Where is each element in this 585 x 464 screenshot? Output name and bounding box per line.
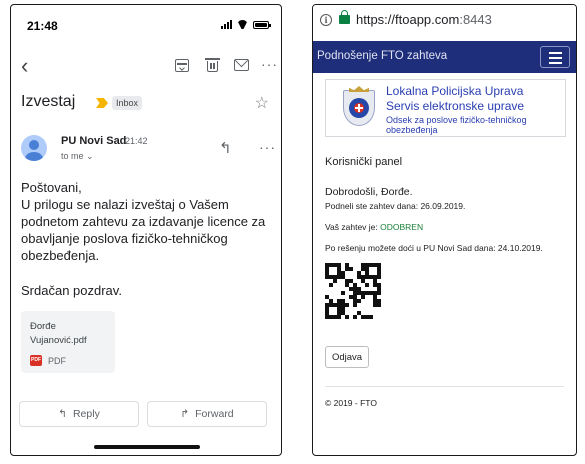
delete-icon[interactable] bbox=[205, 58, 220, 72]
submitted-date-text: Podneli ste zahtev dana: 26.09.2019. bbox=[325, 201, 466, 211]
reply-arrow-icon: ↰ bbox=[58, 408, 67, 420]
url-host: https://ftoapp.com bbox=[356, 12, 460, 27]
attachment-card[interactable]: Đorđe Vujanović.pdf PDF PDF bbox=[21, 311, 115, 373]
sender-time: 21:42 bbox=[125, 136, 148, 146]
email-body: Poštovani, U prilogu se nalazi izveštaj … bbox=[21, 179, 275, 264]
status-icons bbox=[221, 20, 271, 29]
message-more-icon[interactable]: ··· bbox=[259, 140, 276, 154]
sender-row: PU Novi Sad 21:42 to me ⌄ ↰ ··· bbox=[11, 131, 281, 167]
footer-divider bbox=[325, 386, 564, 387]
email-toolbar: ‹ ··· bbox=[11, 53, 281, 81]
qr-code-icon bbox=[325, 263, 381, 319]
status-value-badge: ODOBREN bbox=[380, 222, 424, 232]
url-text[interactable]: https://ftoapp.com:8443 bbox=[356, 12, 492, 27]
banner-subtitle: Odsek za poslove fizičko-tehničkog obezb… bbox=[386, 115, 527, 135]
police-crest-icon bbox=[340, 86, 378, 128]
status-bar: 21:48 bbox=[11, 5, 281, 45]
reply-label: Reply bbox=[72, 408, 100, 420]
browser-phone-screen: i https://ftoapp.com:8443 Podnošenje FTO… bbox=[312, 4, 577, 456]
url-port: :8443 bbox=[459, 12, 492, 27]
menu-bar bbox=[549, 57, 562, 59]
pickup-date-text: Po rešenju možete doći u PU Novi Sad dan… bbox=[325, 243, 543, 253]
email-subject: Izvestaj bbox=[21, 93, 76, 110]
inbox-label-badge[interactable]: Inbox bbox=[112, 96, 143, 110]
url-bar[interactable]: i https://ftoapp.com:8443 bbox=[313, 5, 576, 37]
attachment-type: PDF bbox=[48, 356, 66, 366]
more-options-icon[interactable]: ··· bbox=[261, 57, 278, 71]
banner-title: Lokalna Policijska Uprava Servis elektro… bbox=[386, 84, 524, 114]
logout-button[interactable]: Odjava bbox=[325, 346, 369, 368]
battery-icon bbox=[253, 21, 271, 29]
status-time: 21:48 bbox=[27, 19, 58, 33]
site-navbar: Podnošenje FTO zahteva bbox=[313, 41, 576, 73]
banner-title-line2: Servis elektronske uprave bbox=[386, 99, 525, 113]
hamburger-menu-button[interactable] bbox=[540, 46, 570, 68]
pdf-icon: PDF bbox=[30, 355, 42, 366]
email-closing: Srdačan pozdrav. bbox=[21, 283, 122, 298]
sender-name: PU Novi Sad bbox=[61, 135, 127, 147]
reply-button[interactable]: ↰ Reply bbox=[19, 401, 139, 427]
attachment-name: Đorđe Vujanović.pdf bbox=[30, 321, 87, 346]
email-phone-screen: 21:48 ‹ ··· Izvestaj Inbox ☆ PU Novi Sad… bbox=[10, 4, 282, 456]
wifi-icon bbox=[237, 20, 248, 29]
footer-text: © 2019 - FTO bbox=[325, 398, 377, 408]
panel-title: Korisnički panel bbox=[325, 156, 403, 168]
recipients-toggle[interactable]: to me ⌄ bbox=[61, 151, 94, 162]
forward-button[interactable]: ↱ Forward bbox=[147, 401, 267, 427]
welcome-text: Dobrodošli, Đorđe. bbox=[325, 186, 413, 198]
site-title[interactable]: Podnošenje FTO zahteva bbox=[317, 50, 447, 62]
reply-icon[interactable]: ↰ bbox=[219, 139, 232, 157]
home-indicator[interactable] bbox=[94, 445, 200, 449]
forward-label: Forward bbox=[195, 408, 234, 420]
archive-icon[interactable] bbox=[175, 59, 189, 72]
lock-icon bbox=[339, 10, 350, 24]
status-prefix: Vaš zahtev je: bbox=[325, 222, 378, 232]
signal-icon bbox=[221, 20, 232, 29]
star-icon[interactable]: ☆ bbox=[255, 93, 269, 113]
banner-title-line1: Lokalna Policijska Uprava bbox=[386, 84, 524, 98]
avatar[interactable] bbox=[21, 135, 47, 161]
subject-row: Izvestaj Inbox ☆ bbox=[11, 89, 281, 119]
police-banner: Lokalna Policijska Uprava Servis elektro… bbox=[325, 79, 566, 137]
menu-bar bbox=[549, 52, 562, 54]
request-status: Vaš zahtev je: ODOBREN bbox=[325, 222, 423, 232]
importance-marker-icon[interactable] bbox=[96, 98, 108, 108]
info-icon[interactable]: i bbox=[320, 14, 332, 26]
menu-bar bbox=[549, 62, 562, 64]
back-icon[interactable]: ‹ bbox=[21, 55, 28, 77]
email-body-text: Poštovani, U prilogu se nalazi izveštaj … bbox=[21, 180, 266, 263]
forward-arrow-icon: ↱ bbox=[180, 408, 190, 420]
mark-unread-icon[interactable] bbox=[234, 59, 249, 71]
